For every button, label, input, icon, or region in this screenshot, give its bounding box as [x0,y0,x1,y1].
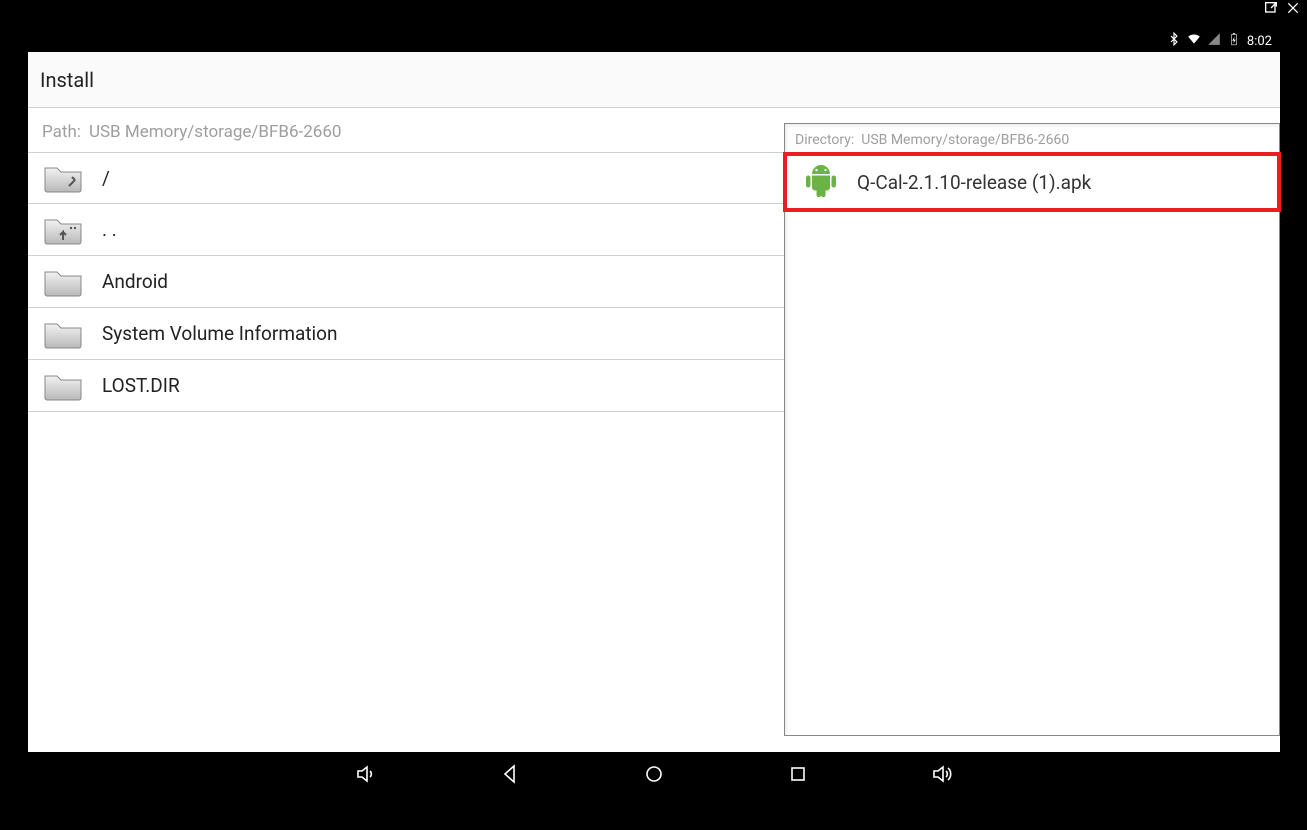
app-title-bar: Install [28,52,1280,108]
volume-up-icon[interactable] [930,762,954,790]
back-icon[interactable] [498,762,522,790]
screen: 8:02 Install Path: USB Memory/storage/BFB… [28,30,1280,800]
file-pane: Directory: USB Memory/storage/BFB6-2660 … [784,123,1280,736]
home-icon[interactable] [642,762,666,790]
dir-label: LOST.DIR [102,374,180,397]
dir-label: / [102,167,110,190]
recent-apps-icon[interactable] [786,762,810,790]
volume-down-icon[interactable] [354,762,378,790]
bluetooth-icon [1167,32,1181,50]
status-time: 8:02 [1247,34,1272,49]
device-frame: 8:02 Install Path: USB Memory/storage/BFB… [18,20,1290,810]
folder-up-root-icon [42,160,84,196]
folder-icon [42,368,84,404]
window-controls [1263,0,1301,20]
battery-charging-icon [1227,32,1241,50]
folder-up-parent-icon [42,212,84,248]
viewport: 8:02 Install Path: USB Memory/storage/BFB… [0,0,1307,830]
dir-label: Android [102,270,168,293]
file-pane-dir-value: USB Memory/storage/BFB6-2660 [861,132,1069,148]
android-apk-icon [803,162,839,203]
dir-label: . . [102,218,117,241]
close-icon[interactable] [1285,0,1301,20]
signal-icon [1207,32,1221,50]
path-label: Path: [42,122,81,142]
app-title: Install [40,68,94,92]
folder-icon [42,316,84,352]
status-bar: 8:02 [28,30,1280,52]
path-value: USB Memory/storage/BFB6-2660 [89,122,342,142]
content-area: Path: USB Memory/storage/BFB6-2660 / [28,108,1280,752]
android-nav-bar [28,752,1280,800]
file-pane-dir-label: Directory: [795,132,854,148]
dir-label: System Volume Information [102,322,338,345]
external-icon[interactable] [1263,0,1279,20]
file-row-apk[interactable]: Q-Cal-2.1.10-release (1).apk [783,152,1281,212]
folder-icon [42,264,84,300]
wifi-icon [1187,32,1201,50]
file-pane-dir-line: Directory: USB Memory/storage/BFB6-2660 [785,124,1279,154]
file-name: Q-Cal-2.1.10-release (1).apk [857,171,1091,194]
